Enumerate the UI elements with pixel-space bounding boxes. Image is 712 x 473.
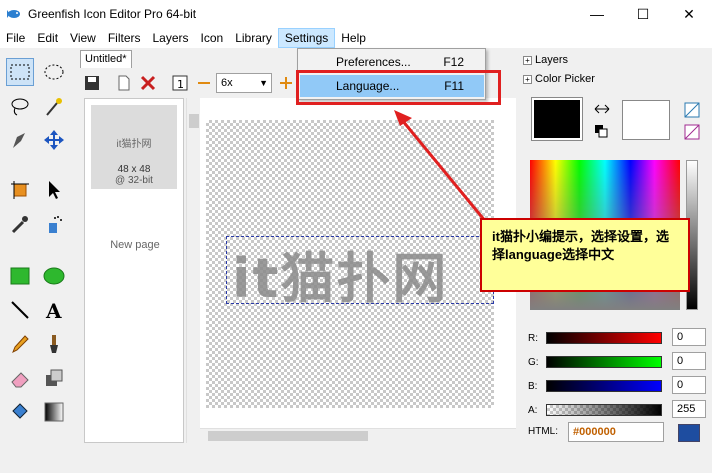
- html-color-input[interactable]: #000000: [568, 422, 664, 442]
- pages-scrollbar[interactable]: [186, 98, 200, 443]
- minimize-button[interactable]: —: [574, 0, 620, 28]
- svg-text:1: 1: [177, 78, 184, 91]
- green-value[interactable]: 0: [672, 352, 706, 370]
- pages-panel: it猫扑网 48 x 48 @ 32-bit New page: [84, 98, 184, 443]
- pointer-icon[interactable]: [40, 176, 68, 204]
- green-slider[interactable]: [546, 356, 662, 368]
- red-value[interactable]: 0: [672, 328, 706, 346]
- color-picker-group[interactable]: + Color Picker: [523, 70, 595, 88]
- maximize-button[interactable]: ☐: [620, 0, 666, 28]
- zoom-in-icon[interactable]: [276, 73, 296, 93]
- thumb-size: 48 x 48: [117, 164, 151, 175]
- pencil-icon[interactable]: [6, 330, 34, 358]
- page-thumbnail[interactable]: it猫扑网 48 x 48 @ 32-bit: [91, 105, 177, 189]
- clone-icon[interactable]: [40, 364, 68, 392]
- drawing-canvas[interactable]: it猫扑网: [206, 120, 494, 408]
- menu-file[interactable]: File: [0, 28, 31, 48]
- move-icon[interactable]: [40, 126, 68, 154]
- swap-colors-icon[interactable]: [594, 102, 610, 116]
- green-label: G:: [528, 356, 539, 368]
- selection-rectangle: [226, 236, 494, 304]
- tab-untitled[interactable]: Untitled*: [80, 50, 132, 68]
- primary-color-swatch[interactable]: [531, 97, 583, 141]
- new-page-icon[interactable]: [114, 73, 134, 93]
- reset-colors-icon[interactable]: [594, 124, 608, 138]
- green-channel: G:: [528, 354, 662, 370]
- rect-select-icon[interactable]: [6, 58, 34, 86]
- ellipse-select-icon[interactable]: [40, 58, 68, 86]
- new-page-button[interactable]: New page: [85, 239, 185, 251]
- fill-bucket-icon[interactable]: [6, 398, 34, 426]
- screen-picker-icon[interactable]: [678, 424, 700, 442]
- lasso-icon[interactable]: [6, 92, 34, 120]
- delete-icon[interactable]: [138, 73, 158, 93]
- ellipse-icon[interactable]: [40, 262, 68, 290]
- alpha-channel: A:: [528, 402, 662, 418]
- highlight-box: [296, 70, 501, 105]
- canvas-area: it猫扑网: [200, 98, 516, 428]
- zoom-value: 6x: [221, 77, 233, 89]
- eraser-icon[interactable]: [6, 364, 34, 392]
- layers-label: Layers: [535, 54, 569, 66]
- red-channel: R:: [528, 330, 662, 346]
- menu-library[interactable]: Library: [229, 28, 278, 48]
- spray-icon[interactable]: [40, 210, 68, 238]
- menu-layers[interactable]: Layers: [147, 28, 195, 48]
- canvas-hscrollbar[interactable]: [200, 428, 516, 443]
- blue-value[interactable]: 0: [672, 376, 706, 394]
- text-icon[interactable]: A: [40, 296, 68, 324]
- tool-palette: A: [0, 56, 74, 431]
- crop-icon[interactable]: [6, 176, 34, 204]
- secondary-color-swatch[interactable]: [622, 100, 670, 140]
- red-label: R:: [528, 332, 538, 344]
- pen-icon[interactable]: [6, 126, 34, 154]
- menu-help[interactable]: Help: [335, 28, 372, 48]
- fish-app-icon: [7, 10, 20, 18]
- scroll-thumb[interactable]: [189, 114, 199, 128]
- tip-callout: it猫扑小编提示，选择设置，选择language选择中文: [480, 218, 690, 292]
- layers-group[interactable]: + Layers: [523, 51, 568, 69]
- line-icon[interactable]: [6, 296, 34, 324]
- menu-filters[interactable]: Filters: [102, 28, 147, 48]
- html-label: HTML:: [528, 426, 558, 437]
- blue-label: B:: [528, 380, 538, 392]
- menu-edit[interactable]: Edit: [31, 28, 64, 48]
- expand-icon: +: [523, 55, 532, 65]
- blue-slider[interactable]: [546, 380, 662, 392]
- gradient-icon[interactable]: [40, 398, 68, 426]
- menu-settings[interactable]: Settings: [277, 28, 336, 48]
- thumb-title: it猫扑网: [116, 139, 152, 150]
- magic-wand-icon[interactable]: [40, 92, 68, 120]
- menu-bar: File Edit View Filters Layers Icon Libra…: [0, 28, 712, 48]
- menu-view[interactable]: View: [64, 28, 102, 48]
- actual-size-icon[interactable]: 1: [170, 73, 190, 93]
- zoom-out-icon[interactable]: [194, 73, 214, 93]
- save-icon[interactable]: [82, 73, 102, 93]
- color-picker-label: Color Picker: [535, 73, 595, 85]
- brush-icon[interactable]: [40, 330, 68, 358]
- chevron-down-icon: ▼: [259, 78, 268, 88]
- eyedropper-icon[interactable]: [6, 210, 34, 238]
- expand-icon: +: [523, 74, 532, 84]
- title-bar: Greenfish Icon Editor Pro 64-bit — ☐ ✕: [0, 0, 712, 28]
- svg-text:A: A: [45, 299, 62, 321]
- transparent-color-icon[interactable]: [684, 102, 700, 118]
- inverted-color-icon[interactable]: [684, 124, 700, 140]
- scroll-thumb[interactable]: [208, 431, 368, 441]
- rectangle-icon[interactable]: [6, 262, 34, 290]
- close-button[interactable]: ✕: [666, 0, 712, 28]
- menu-icon[interactable]: Icon: [195, 28, 230, 48]
- red-slider[interactable]: [546, 332, 662, 344]
- window-title: Greenfish Icon Editor Pro 64-bit: [28, 7, 197, 21]
- alpha-label: A:: [528, 404, 538, 416]
- alpha-slider[interactable]: [546, 404, 662, 416]
- alpha-value[interactable]: 255: [672, 400, 706, 418]
- thumb-depth: @ 32-bit: [115, 175, 153, 186]
- blue-channel: B:: [528, 378, 662, 394]
- zoom-select[interactable]: 6x ▼: [216, 73, 272, 93]
